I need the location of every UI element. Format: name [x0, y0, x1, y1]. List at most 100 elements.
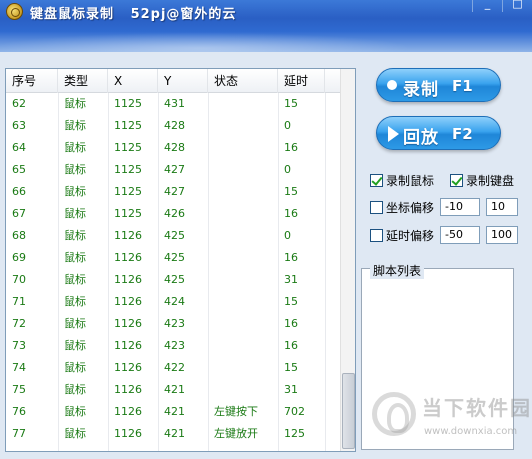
- cell-index: 64: [12, 141, 26, 154]
- cell-type: 鼠标: [64, 207, 86, 220]
- cell-y: 423: [164, 317, 185, 330]
- cell-index: 69: [12, 251, 26, 264]
- cell-status: [208, 357, 278, 379]
- cell-index: 65: [12, 163, 26, 176]
- cell-status: [208, 203, 278, 225]
- table-row[interactable]: 75 鼠标 1126 421 31: [6, 379, 341, 401]
- table-row[interactable]: 68 鼠标 1126 425 0: [6, 225, 341, 247]
- app-icon: [6, 3, 23, 20]
- cell-type: 鼠标: [64, 361, 86, 374]
- cell-status: 左键按下: [214, 405, 258, 418]
- cell-status: [208, 159, 278, 181]
- record-keyboard-checkbox[interactable]: 录制键盘: [450, 172, 514, 188]
- cell-status: [208, 269, 278, 291]
- record-mouse-label: 录制鼠标: [386, 173, 435, 188]
- script-list-title: 脚本列表: [370, 262, 425, 279]
- record-button-label: 录制: [403, 80, 439, 100]
- cell-type: 鼠标: [64, 317, 86, 330]
- table-row[interactable]: 63 鼠标 1125 428 0: [6, 115, 341, 137]
- table-row[interactable]: 71 鼠标 1126 424 15: [6, 291, 341, 313]
- cell-status: 左键放开: [214, 427, 258, 440]
- cell-x: 1126: [114, 317, 142, 330]
- cell-delay: 31: [284, 273, 298, 286]
- checkbox-checked-icon[interactable]: [370, 173, 383, 187]
- cell-delay: 702: [284, 405, 305, 418]
- cell-y: 428: [164, 141, 185, 154]
- cell-type: 鼠标: [64, 383, 86, 396]
- replay-button[interactable]: 回放 F2: [376, 116, 501, 150]
- cell-delay: 16: [284, 251, 298, 264]
- record-mouse-checkbox[interactable]: 录制鼠标: [370, 172, 434, 188]
- cell-x: 1125: [114, 207, 142, 220]
- cell-x: 1125: [114, 185, 142, 198]
- column-header-type[interactable]: 类型: [58, 69, 108, 93]
- list-scrollbar[interactable]: [340, 69, 355, 451]
- checkbox-unchecked-icon[interactable]: [370, 228, 383, 242]
- record-list[interactable]: 序号 类型 X Y 状态 延时 62 鼠标 1125 431 15 63 鼠标 1125 428…: [5, 68, 356, 452]
- delay-offset-checkbox[interactable]: 延时偏移: [370, 227, 434, 243]
- cell-y: 424: [164, 295, 185, 308]
- table-row[interactable]: 70 鼠标 1126 425 31: [6, 269, 341, 291]
- window-controls: _ □: [472, 0, 532, 12]
- cell-x: 1125: [114, 163, 142, 176]
- checkbox-checked-icon[interactable]: [450, 173, 463, 187]
- cell-index: 74: [12, 361, 26, 374]
- cell-delay: 15: [284, 97, 298, 110]
- table-row[interactable]: 76 鼠标 1126 421 左键按下 702: [6, 401, 341, 423]
- watermark-logo-icon: [372, 392, 416, 436]
- watermark: 当下软件园 www.downxia.com: [372, 388, 532, 453]
- table-row[interactable]: 73 鼠标 1126 423 16: [6, 335, 341, 357]
- table-row[interactable]: 65 鼠标 1125 427 0: [6, 159, 341, 181]
- column-header-index[interactable]: 序号: [6, 69, 58, 93]
- coord-offset-x-input[interactable]: -10: [440, 198, 480, 216]
- cell-x: 1126: [114, 405, 142, 418]
- minimize-button[interactable]: _: [472, 0, 502, 12]
- cell-index: 67: [12, 207, 26, 220]
- scrollbar-thumb[interactable]: [342, 373, 355, 449]
- column-header-y[interactable]: Y: [158, 69, 208, 93]
- column-header-status[interactable]: 状态: [208, 69, 278, 93]
- watermark-url: www.downxia.com: [424, 426, 518, 437]
- table-row[interactable]: 67 鼠标 1125 426 16: [6, 203, 341, 225]
- table-row[interactable]: 74 鼠标 1126 422 15: [6, 357, 341, 379]
- record-button[interactable]: 录制 F1: [376, 68, 501, 102]
- delay-offset-max-input[interactable]: 100: [486, 226, 518, 244]
- cell-y: 421: [164, 427, 185, 440]
- column-header-x[interactable]: X: [108, 69, 158, 93]
- cell-status: [208, 313, 278, 335]
- cell-y: 422: [164, 361, 185, 374]
- coord-offset-y-input[interactable]: 10: [486, 198, 518, 216]
- cell-y: 423: [164, 339, 185, 352]
- checkbox-unchecked-icon[interactable]: [370, 200, 383, 214]
- titlebar-decoration: [0, 18, 532, 52]
- maximize-button[interactable]: □: [502, 0, 532, 12]
- cell-y: 425: [164, 251, 185, 264]
- column-header-delay[interactable]: 延时: [278, 69, 325, 93]
- watermark-text: 当下软件园: [422, 396, 532, 420]
- cell-x: 1126: [114, 339, 142, 352]
- cell-delay: 16: [284, 141, 298, 154]
- cell-delay: 16: [284, 207, 298, 220]
- table-row[interactable]: 66 鼠标 1125 427 15: [6, 181, 341, 203]
- table-row[interactable]: 72 鼠标 1126 423 16: [6, 313, 341, 335]
- cell-delay: 0: [284, 119, 291, 132]
- cell-y: 427: [164, 163, 185, 176]
- replay-button-hotkey: F2: [452, 125, 473, 143]
- coord-offset-checkbox[interactable]: 坐标偏移: [370, 199, 434, 215]
- cell-status: [208, 225, 278, 247]
- cell-index: 71: [12, 295, 26, 308]
- table-row[interactable]: 64 鼠标 1125 428 16: [6, 137, 341, 159]
- replay-button-label: 回放: [403, 128, 439, 148]
- table-row[interactable]: 62 鼠标 1125 431 15: [6, 93, 341, 115]
- delay-offset-min-input[interactable]: -50: [440, 226, 480, 244]
- cell-delay: 0: [284, 163, 291, 176]
- table-row[interactable]: 69 鼠标 1126 425 16: [6, 247, 341, 269]
- play-icon: [388, 126, 399, 142]
- cell-y: 425: [164, 229, 185, 242]
- table-row[interactable]: 77 鼠标 1126 421 左键放开 125: [6, 423, 341, 445]
- list-body: 62 鼠标 1125 431 15 63 鼠标 1125 428 0 64 鼠标 1125 428 16 65…: [6, 93, 341, 445]
- record-button-hotkey: F1: [452, 77, 473, 95]
- cell-delay: 16: [284, 317, 298, 330]
- cell-status: [208, 335, 278, 357]
- cell-type: 鼠标: [64, 119, 86, 132]
